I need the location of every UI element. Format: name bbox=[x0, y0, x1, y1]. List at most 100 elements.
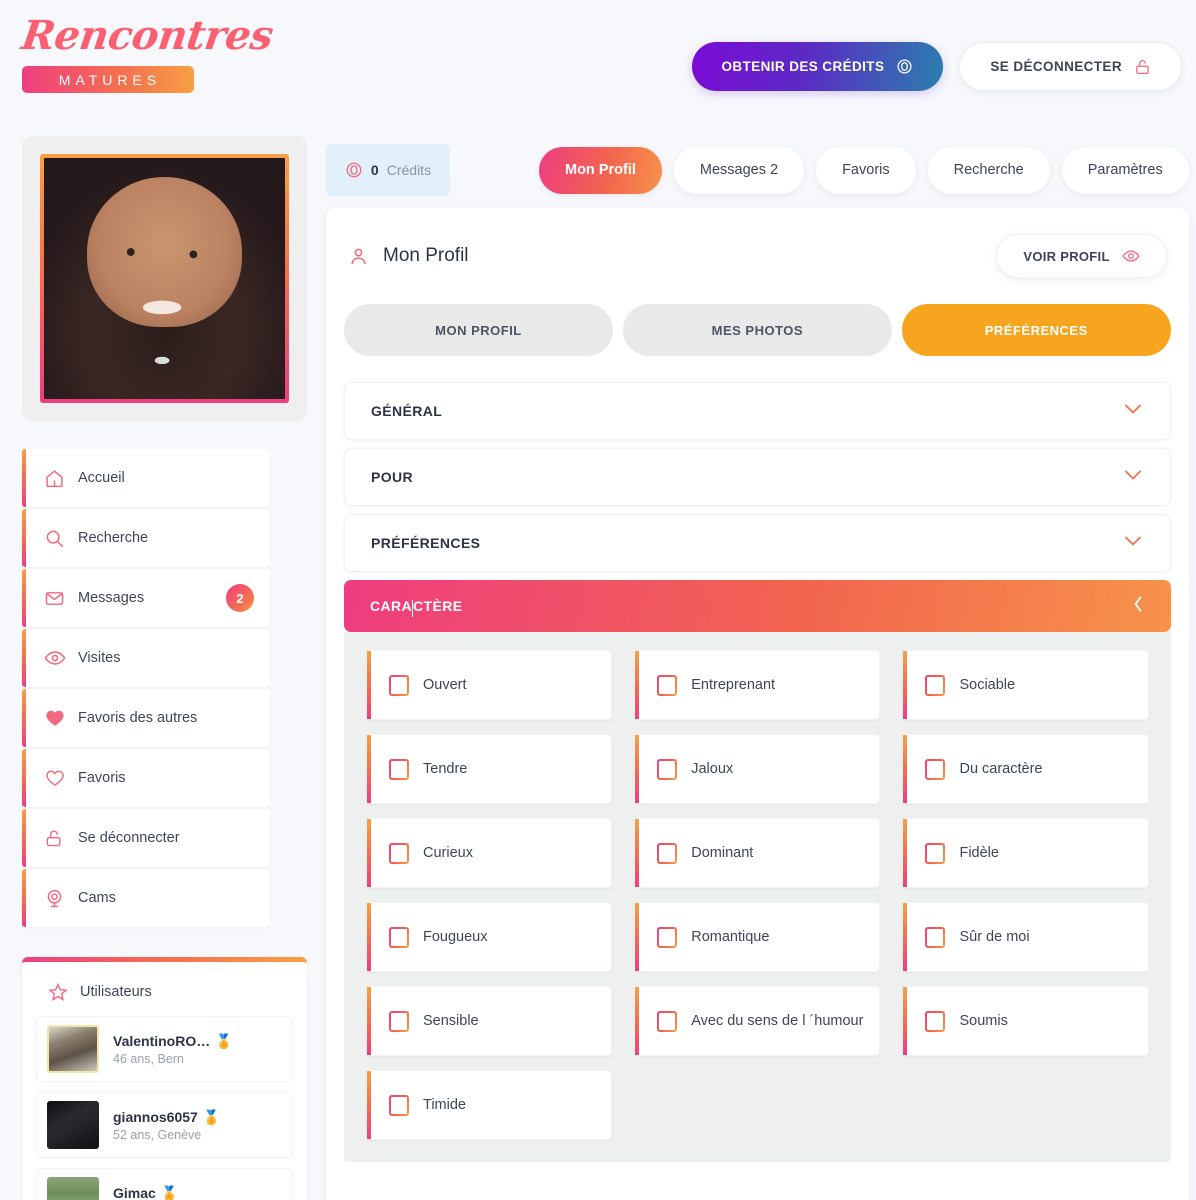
accordion-label: POUR bbox=[371, 469, 414, 485]
sidebar-item-se-d-connecter[interactable]: Se déconnecter bbox=[22, 809, 270, 867]
sidebar-item-favoris-des-autres[interactable]: Favoris des autres bbox=[22, 689, 270, 747]
users-list: ValentinoRO… 🏅 46 ans, Bern giannos6057 🏅 52 … bbox=[22, 1016, 307, 1200]
checkbox-card[interactable]: Jaloux bbox=[634, 734, 881, 804]
sidebar-item-cams[interactable]: Cams bbox=[22, 869, 270, 927]
app-header: Rencontres MATURES OBTENIR DES CRÉDITS S… bbox=[0, 0, 1196, 130]
checkbox-jaloux[interactable] bbox=[657, 758, 678, 780]
accordion-row-g-n-ral[interactable]: GÉNÉRAL bbox=[344, 382, 1171, 440]
checkbox-dominant[interactable] bbox=[657, 842, 678, 864]
checkbox-card[interactable]: Ouvert bbox=[366, 650, 613, 720]
checkbox-sociable[interactable] bbox=[925, 674, 946, 696]
checkbox-label: Du caractère bbox=[959, 761, 1043, 777]
sidebar-item-label: Recherche bbox=[78, 530, 149, 546]
page-body: Accueil Recherche Messages 2 Visites Favoris … bbox=[0, 130, 1196, 1200]
checkbox-label: Sociable bbox=[959, 677, 1016, 693]
checkbox-timide[interactable] bbox=[389, 1094, 409, 1116]
checkbox-card[interactable]: Romantique bbox=[634, 902, 881, 972]
accordion-row-pour[interactable]: POUR bbox=[344, 448, 1171, 506]
sidebar-item-favoris[interactable]: Favoris bbox=[22, 749, 270, 807]
checkbox-card[interactable]: Dominant bbox=[634, 818, 881, 888]
checkbox-card[interactable]: Fidèle bbox=[902, 818, 1149, 888]
tab-param-tres[interactable]: Paramètres bbox=[1061, 146, 1189, 194]
checkbox-fougueux[interactable] bbox=[389, 926, 409, 948]
subtab-mon-profil[interactable]: MON PROFIL bbox=[344, 304, 613, 356]
checkbox-romantique[interactable] bbox=[657, 926, 678, 948]
checkbox-ouvert[interactable] bbox=[389, 674, 409, 696]
checkbox-card[interactable]: Entreprenant bbox=[634, 650, 881, 720]
checkbox-label: Dominant bbox=[691, 845, 754, 861]
mail-icon bbox=[44, 588, 72, 609]
verified-badge-icon: 🏅 bbox=[215, 1032, 233, 1049]
profile-photo-frame[interactable] bbox=[40, 154, 289, 403]
preferences-accordion: GÉNÉRAL POUR PRÉFÉRENCES CARACTÈRE bbox=[344, 382, 1171, 632]
get-credits-button[interactable]: OBTENIR DES CRÉDITS bbox=[691, 42, 944, 91]
chevron-down-icon[interactable] bbox=[1122, 534, 1144, 553]
profile-panel: Mon Profil VOIR PROFIL MON PROFIL MES PHO… bbox=[326, 208, 1189, 1200]
logout-button[interactable]: SE DÉCONNECTER bbox=[959, 42, 1182, 91]
sidebar-item-label: Se déconnecter bbox=[78, 830, 180, 846]
checkbox-fid-le[interactable] bbox=[925, 842, 946, 864]
subtab-pr-f-rences[interactable]: PRÉFÉRENCES bbox=[901, 304, 1171, 356]
credits-chip[interactable]: 0 Crédits bbox=[326, 144, 450, 196]
checkbox-card[interactable]: Du caractère bbox=[902, 734, 1149, 804]
tab-favoris[interactable]: Favoris bbox=[816, 146, 916, 194]
accordion-label: GÉNÉRAL bbox=[371, 403, 443, 419]
profile-subtabs: MON PROFIL MES PHOTOS PRÉFÉRENCES bbox=[344, 304, 1171, 356]
checkbox-card[interactable]: Sûr de moi bbox=[902, 902, 1149, 972]
checkbox-avec-du-sens-de-l-humour[interactable] bbox=[657, 1010, 678, 1032]
accordion-row-pr-f-rences[interactable]: PRÉFÉRENCES bbox=[344, 514, 1171, 572]
checkbox-sensible[interactable] bbox=[389, 1010, 409, 1032]
page-title: Mon Profil bbox=[383, 245, 469, 266]
sidebar-item-accueil[interactable]: Accueil bbox=[22, 449, 270, 507]
checkbox-s-r-de-moi[interactable] bbox=[925, 926, 946, 948]
checkbox-label: Avec du sens de l ´humour bbox=[691, 1013, 864, 1029]
chevron-down-icon[interactable] bbox=[1122, 468, 1144, 487]
heart-outline-icon bbox=[44, 768, 72, 788]
chevron-down-icon[interactable] bbox=[1122, 402, 1144, 421]
view-profile-label: VOIR PROFIL bbox=[1023, 248, 1110, 264]
logo-script-text: Rencontres bbox=[18, 12, 276, 59]
tab-recherche[interactable]: Recherche bbox=[927, 146, 1050, 194]
checkbox-label: Jaloux bbox=[691, 761, 734, 777]
tab-mon-profil[interactable]: Mon Profil bbox=[539, 146, 662, 194]
checkbox-card[interactable]: Fougueux bbox=[366, 902, 613, 972]
checkbox-card[interactable]: Tendre bbox=[366, 734, 613, 804]
users-panel-header: Utilisateurs bbox=[22, 962, 307, 1016]
sidebar-item-label: Favoris des autres bbox=[78, 710, 198, 726]
list-item[interactable]: giannos6057 🏅 52 ans, Genève bbox=[36, 1092, 293, 1158]
accordion-label: PRÉFÉRENCES bbox=[371, 535, 481, 551]
checkbox-card[interactable]: Sensible bbox=[366, 986, 613, 1056]
checkbox-curieux[interactable] bbox=[389, 842, 409, 864]
checkbox-entreprenant[interactable] bbox=[657, 674, 678, 696]
list-item[interactable]: Gimac🏅54 ans, Genève bbox=[36, 1168, 293, 1200]
credits-count: 0 bbox=[370, 162, 379, 178]
accordion-row-caract-re[interactable]: CARACTÈRE bbox=[344, 580, 1171, 632]
checkbox-card[interactable]: Curieux bbox=[366, 818, 613, 888]
tab-messages-2[interactable]: Messages 2 bbox=[673, 146, 805, 194]
chevron-left-icon[interactable] bbox=[1131, 594, 1145, 619]
checkbox-label: Sensible bbox=[423, 1013, 479, 1029]
users-panel-title: Utilisateurs bbox=[80, 984, 152, 1000]
sidebar-nav: Accueil Recherche Messages 2 Visites Favoris … bbox=[22, 449, 270, 927]
list-item[interactable]: ValentinoRO… 🏅 46 ans, Bern bbox=[36, 1016, 293, 1082]
logout-label: SE DÉCONNECTER bbox=[990, 59, 1122, 74]
unread-badge: 2 bbox=[226, 584, 254, 612]
checkbox-card[interactable]: Soumis bbox=[902, 986, 1149, 1056]
sidebar-item-visites[interactable]: Visites bbox=[22, 629, 270, 687]
star-icon bbox=[48, 982, 68, 1001]
checkbox-tendre[interactable] bbox=[389, 758, 409, 780]
view-profile-button[interactable]: VOIR PROFIL bbox=[996, 234, 1167, 278]
checkbox-card[interactable]: Sociable bbox=[902, 650, 1149, 720]
checkbox-card[interactable]: Avec du sens de l ´humour bbox=[634, 986, 881, 1056]
sidebar-item-recherche[interactable]: Recherche bbox=[22, 509, 270, 567]
brand-logo[interactable]: Rencontres MATURES bbox=[18, 12, 276, 93]
users-panel: Utilisateurs ValentinoRO… 🏅 46 ans, Bern gi… bbox=[22, 957, 307, 1200]
profile-panel-header: Mon Profil VOIR PROFIL bbox=[344, 228, 1171, 278]
checkbox-soumis[interactable] bbox=[925, 1010, 946, 1032]
subtab-mes-photos[interactable]: MES PHOTOS bbox=[622, 304, 892, 356]
checkbox-card[interactable]: Timide bbox=[366, 1070, 613, 1140]
caractere-options-body: Ouvert Entreprenant Sociable Tendre Jaloux Du… bbox=[344, 632, 1171, 1162]
checkbox-label: Sûr de moi bbox=[959, 929, 1030, 945]
checkbox-du-caract-re[interactable] bbox=[925, 758, 946, 780]
sidebar-item-messages[interactable]: Messages 2 bbox=[22, 569, 270, 627]
